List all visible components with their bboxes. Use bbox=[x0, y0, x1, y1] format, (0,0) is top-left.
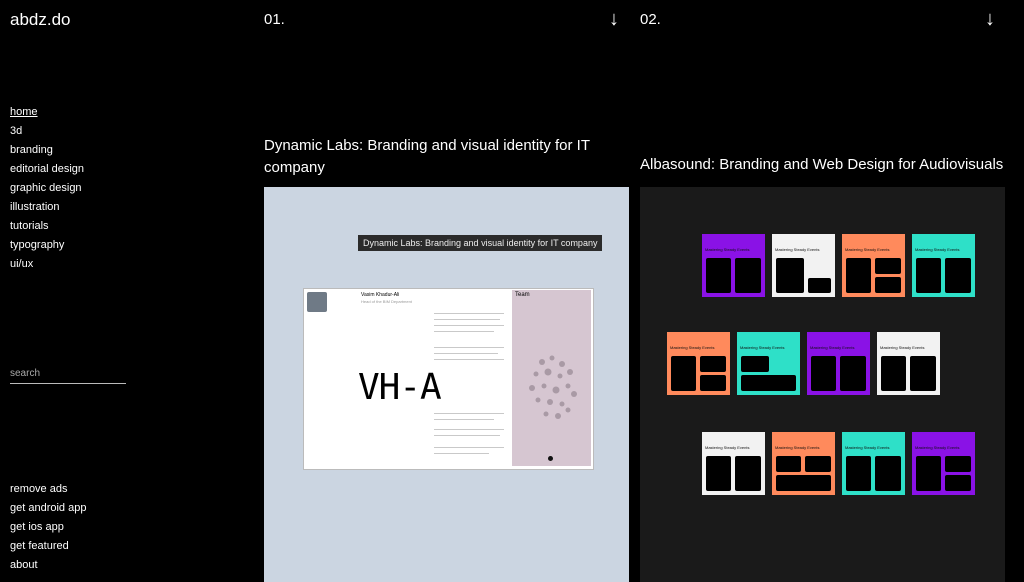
avatar bbox=[307, 292, 327, 312]
poster-tile: Mastering Steady Events bbox=[842, 432, 905, 495]
text-line bbox=[434, 359, 504, 360]
tile-text: Mastering Steady Events bbox=[845, 247, 890, 252]
text-line bbox=[434, 435, 500, 436]
nav-item-branding[interactable]: branding bbox=[10, 141, 84, 160]
arrow-down-icon[interactable]: ↓ bbox=[985, 8, 995, 31]
project-thumbnail[interactable]: Mastering Steady Events Mastering Steady… bbox=[640, 187, 1005, 582]
nav-item-graphic-design[interactable]: graphic design bbox=[10, 179, 84, 198]
text-line bbox=[434, 325, 504, 326]
footer-links: remove ads get android app get ios app g… bbox=[10, 480, 86, 575]
poster-tile: Mastering Steady Events bbox=[702, 432, 765, 495]
text-line bbox=[434, 419, 494, 420]
tile-text: Mastering Steady Events bbox=[775, 247, 820, 252]
nav-item-ui-ux[interactable]: ui/ux bbox=[10, 255, 84, 274]
tile-text: Mastering Steady Events bbox=[915, 445, 960, 450]
nav-item-typography[interactable]: typography bbox=[10, 236, 84, 255]
poster-tile: Mastering Steady Events bbox=[807, 332, 870, 395]
project-title[interactable]: Dynamic Labs: Branding and visual identi… bbox=[264, 135, 629, 179]
get-featured-link[interactable]: get featured bbox=[10, 537, 86, 556]
search-input[interactable] bbox=[10, 366, 126, 384]
poster-tile: Mastering Steady Events bbox=[772, 432, 835, 495]
mockup-big-text: VH-A bbox=[358, 367, 442, 408]
text-line bbox=[434, 319, 500, 320]
remove-ads-link[interactable]: remove ads bbox=[10, 480, 86, 499]
tile-text: Mastering Steady Events bbox=[740, 345, 785, 350]
project-number: 02. bbox=[640, 11, 661, 28]
nav-item-tutorials[interactable]: tutorials bbox=[10, 217, 84, 236]
text-line bbox=[434, 453, 489, 454]
site-logo[interactable]: abdz.do bbox=[10, 10, 71, 30]
nav-item-3d[interactable]: 3d bbox=[10, 122, 84, 141]
tile-text: Mastering Steady Events bbox=[670, 345, 715, 350]
text-line bbox=[434, 353, 498, 354]
poster-tile: Mastering Steady Events bbox=[877, 332, 940, 395]
project-number: 01. bbox=[264, 11, 285, 28]
project-thumbnail[interactable]: Dynamic Labs: Branding and visual identi… bbox=[264, 187, 629, 582]
text-line bbox=[434, 347, 504, 348]
tile-text: Mastering Steady Events bbox=[880, 345, 925, 350]
text-line bbox=[434, 313, 504, 314]
poster-tile: Mastering Steady Events bbox=[772, 234, 835, 297]
nav-item-home[interactable]: home bbox=[10, 103, 84, 122]
get-android-app-link[interactable]: get android app bbox=[10, 499, 86, 518]
poster-tile: Mastering Steady Events bbox=[842, 234, 905, 297]
profile-mockup: Vasim Khadur-Ali Head of the BIM Departm… bbox=[303, 288, 594, 470]
dot-cloud-graphic bbox=[529, 355, 577, 419]
mockup-name: Vasim Khadur-Ali bbox=[361, 292, 400, 298]
tile-text: Mastering Steady Events bbox=[810, 345, 855, 350]
poster-tile: Mastering Steady Events bbox=[737, 332, 800, 395]
nav-item-editorial-design[interactable]: editorial design bbox=[10, 160, 84, 179]
tile-text: Mastering Steady Events bbox=[775, 445, 820, 450]
project-title[interactable]: Albasound: Branding and Web Design for A… bbox=[640, 154, 1005, 176]
tile-text: Mastering Steady Events bbox=[705, 445, 750, 450]
tile-text: Mastering Steady Events bbox=[845, 445, 890, 450]
team-panel: Team bbox=[512, 290, 591, 466]
text-line bbox=[434, 413, 504, 414]
text-line bbox=[434, 429, 504, 430]
tile-text: Mastering Steady Events bbox=[915, 247, 960, 252]
category-nav: home 3d branding editorial design graphi… bbox=[10, 103, 84, 274]
poster-tile: Mastering Steady Events bbox=[912, 432, 975, 495]
carousel-dot bbox=[548, 456, 553, 461]
poster-tile: Mastering Steady Events bbox=[702, 234, 765, 297]
about-link[interactable]: about bbox=[10, 556, 86, 575]
poster-tile: Mastering Steady Events bbox=[912, 234, 975, 297]
tile-text: Mastering Steady Events bbox=[705, 247, 750, 252]
title-tooltip: Dynamic Labs: Branding and visual identi… bbox=[358, 235, 603, 251]
mockup-role: Head of the BIM Department bbox=[361, 299, 412, 304]
text-line bbox=[434, 447, 504, 448]
get-ios-app-link[interactable]: get ios app bbox=[10, 518, 86, 537]
arrow-down-icon[interactable]: ↓ bbox=[609, 8, 619, 31]
text-line bbox=[434, 331, 494, 332]
nav-item-illustration[interactable]: illustration bbox=[10, 198, 84, 217]
poster-tile: Mastering Steady Events bbox=[667, 332, 730, 395]
